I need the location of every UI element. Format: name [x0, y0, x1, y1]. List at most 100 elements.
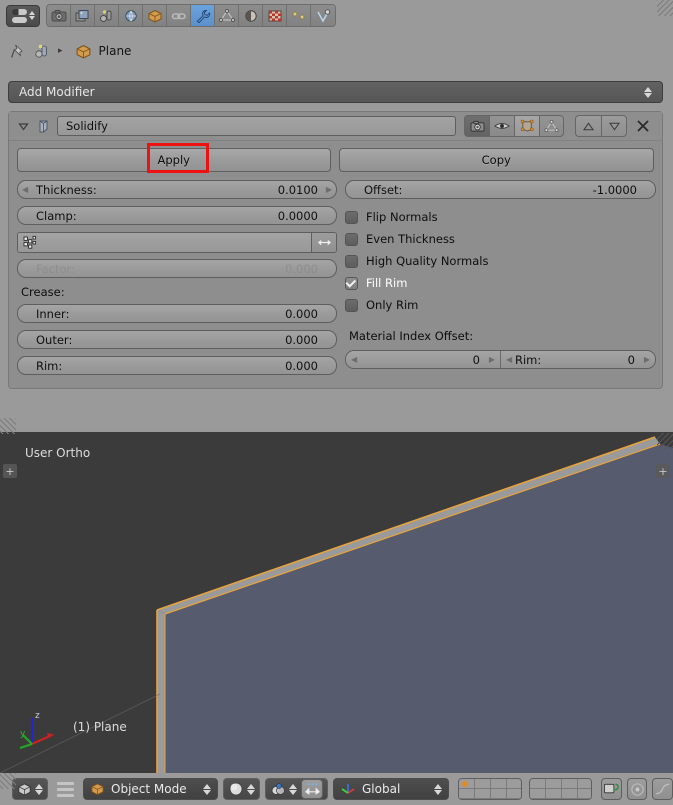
layer-button[interactable] [507, 779, 521, 789]
constraints-tab[interactable] [167, 5, 191, 26]
plane-front-face [165, 444, 673, 773]
high-quality-normals-row[interactable]: High Quality Normals [345, 250, 656, 272]
viewport-view-label: User Ortho [25, 446, 91, 460]
pivot-point-dropdown[interactable] [265, 778, 328, 800]
fill-rim-checkbox[interactable] [345, 276, 358, 290]
even-thickness-row[interactable]: Even Thickness [345, 228, 656, 250]
render-layers-tab[interactable] [71, 5, 95, 26]
material-rim-field[interactable]: ◀ Rim: 0 ▶ [500, 351, 655, 368]
only-rim-row[interactable]: Only Rim [345, 294, 656, 316]
delete-modifier-button[interactable] [632, 115, 654, 137]
interaction-mode-dropdown[interactable]: Object Mode [83, 778, 218, 800]
layer-button[interactable] [545, 779, 562, 789]
proportional-falloff-button[interactable] [652, 778, 673, 800]
physics-tab[interactable] [311, 5, 335, 26]
material-offset-field[interactable]: ◀ 0 ▶ [346, 351, 500, 368]
invert-vertex-group-button[interactable] [312, 233, 336, 252]
layer-button[interactable] [459, 779, 475, 789]
layer-button[interactable] [561, 779, 578, 789]
properties-editor-header [0, 0, 673, 31]
crease-outer-field[interactable]: Outer: 0.000 [17, 330, 337, 349]
move-modifier-up-button[interactable] [575, 115, 601, 137]
editor-type-selector[interactable] [6, 4, 40, 27]
even-thickness-checkbox[interactable] [345, 232, 358, 246]
editor-type-selector[interactable] [12, 778, 48, 800]
crease-rim-value: 0.000 [285, 358, 318, 373]
layer-button[interactable] [577, 789, 592, 799]
flip-normals-row[interactable]: Flip Normals [345, 206, 656, 228]
on-cage-toggle[interactable] [539, 115, 564, 137]
triangle-up-icon [582, 121, 595, 130]
layer-button[interactable] [491, 779, 507, 789]
offset-field[interactable]: Offset: -1.0000 [345, 180, 656, 199]
clamp-field[interactable]: Clamp: 0.0000 [17, 206, 337, 225]
snap-magnet-button[interactable] [301, 779, 323, 799]
toolshelf-expand-handle[interactable]: + [3, 464, 17, 478]
copy-button[interactable]: Copy [338, 148, 654, 172]
layer-button[interactable] [507, 789, 521, 799]
decrement-arrow-icon[interactable]: ◀ [351, 355, 357, 364]
layer-button[interactable] [545, 789, 562, 799]
object-tab[interactable] [143, 5, 167, 26]
layer-button[interactable] [491, 789, 507, 799]
layer-button[interactable] [475, 789, 491, 799]
layer-button[interactable] [577, 779, 592, 789]
layer-button[interactable] [475, 779, 491, 789]
realtime-toggle[interactable] [489, 115, 514, 137]
crease-rim-field[interactable]: Rim: 0.000 [17, 356, 337, 375]
increment-arrow-icon[interactable]: ▶ [644, 355, 650, 364]
layer-button[interactable] [529, 789, 546, 799]
lock-object-modes-button[interactable] [601, 778, 622, 800]
move-modifier-down-button[interactable] [601, 115, 627, 137]
world-tab[interactable] [119, 5, 143, 26]
scene-tab[interactable] [95, 5, 119, 26]
thickness-field[interactable]: ◀ Thickness: 0.0100 ▶ [17, 180, 337, 199]
browse-data-icon[interactable] [34, 43, 51, 60]
decrement-arrow-icon[interactable]: ◀ [506, 355, 512, 364]
vertex-group-field[interactable] [17, 232, 337, 253]
modifiers-tab[interactable] [191, 5, 215, 26]
close-x-icon [637, 120, 649, 132]
render-tab[interactable] [47, 5, 71, 26]
crease-outer-label: Outer: [36, 332, 73, 347]
edit-mode-toggle[interactable] [514, 115, 539, 137]
high-quality-normals-checkbox[interactable] [345, 254, 358, 268]
3d-viewport[interactable]: User Ortho (1) Plane + + z y [0, 432, 673, 773]
decrement-arrow-icon[interactable]: ◀ [22, 185, 28, 194]
properties-region-expand-handle[interactable]: + [656, 464, 670, 478]
menu-collapse-button[interactable] [53, 781, 78, 797]
crease-rim-label: Rim: [36, 358, 63, 373]
flip-normals-checkbox[interactable] [345, 210, 358, 224]
particles-tab[interactable] [287, 5, 311, 26]
eye-icon [494, 123, 510, 129]
chevron-updown-icon [289, 783, 297, 795]
transform-orientation-dropdown[interactable]: Global [333, 778, 449, 800]
layer-button[interactable] [529, 779, 546, 789]
proportional-edit-button[interactable] [626, 778, 648, 800]
layer-button[interactable] [459, 789, 475, 799]
only-rim-checkbox[interactable] [345, 298, 358, 312]
scene-layers-group-a[interactable] [458, 778, 522, 800]
triangle-down-icon[interactable] [17, 120, 30, 133]
modifier-properties-panel: Add Modifier Solidify Apply Copy ◀ Thick… [0, 71, 673, 429]
vertex-group-input[interactable] [18, 233, 312, 252]
render-toggle[interactable] [464, 115, 489, 137]
physics-icon [317, 8, 331, 23]
object-data-tab[interactable] [215, 5, 239, 26]
fill-rim-row[interactable]: Fill Rim [345, 272, 656, 294]
apply-button[interactable]: Apply [17, 148, 331, 172]
material-tab[interactable] [239, 5, 263, 26]
blender-window: ▸ Plane Add Modifier Solidify Apply Copy… [0, 0, 673, 805]
images-icon [75, 9, 88, 21]
pin-icon[interactable] [10, 43, 27, 60]
chevron-updown-icon [203, 783, 211, 795]
texture-tab[interactable] [263, 5, 287, 26]
add-modifier-dropdown[interactable]: Add Modifier [8, 81, 663, 103]
layer-button[interactable] [561, 789, 578, 799]
increment-arrow-icon[interactable]: ▶ [489, 355, 495, 364]
increment-arrow-icon[interactable]: ▶ [326, 185, 332, 194]
crease-inner-field[interactable]: Inner: 0.000 [17, 304, 337, 323]
viewport-shading-dropdown[interactable] [223, 778, 260, 800]
scene-layers-group-b[interactable] [528, 778, 593, 800]
modifier-name-input[interactable]: Solidify [57, 116, 456, 136]
